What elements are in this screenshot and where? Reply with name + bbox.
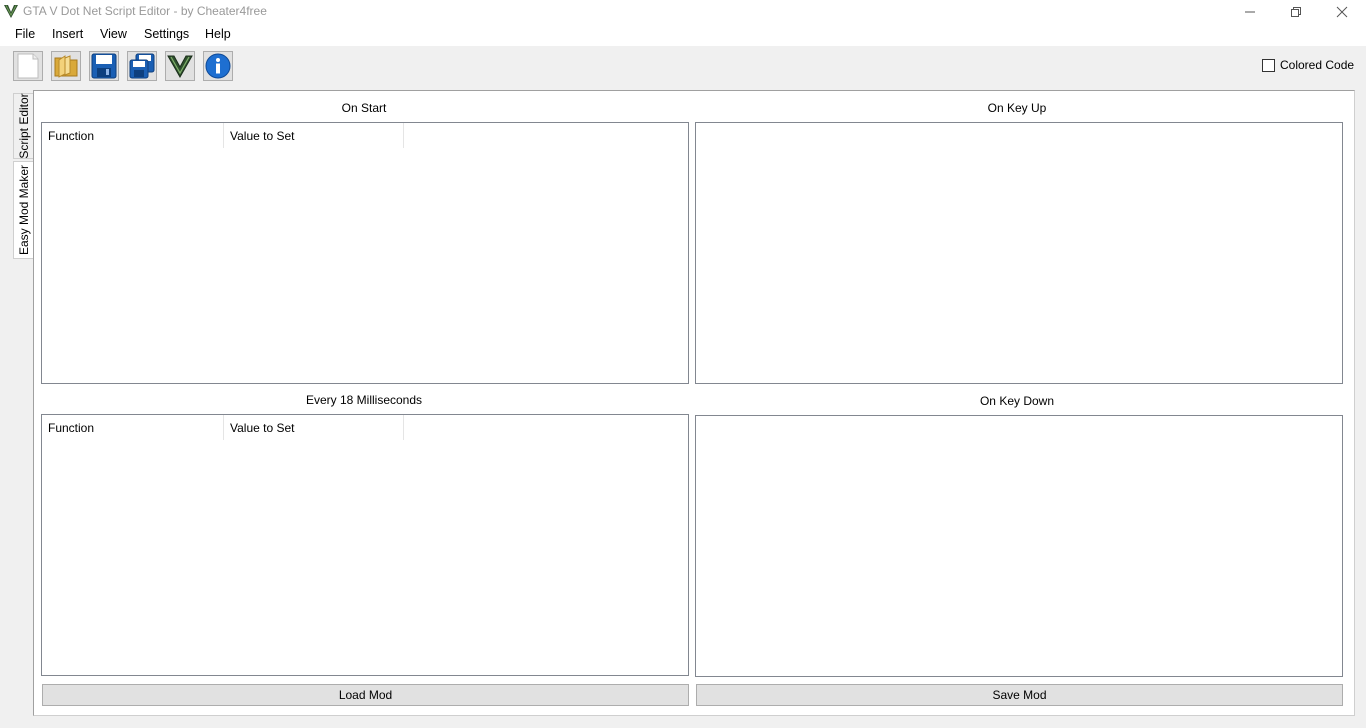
menu-insert[interactable]: Insert — [52, 27, 83, 41]
every-ms-title: Every 18 Milliseconds — [305, 393, 423, 407]
column-header-function[interactable]: Function — [42, 415, 224, 440]
save-icon — [91, 53, 117, 79]
save-button[interactable] — [89, 51, 119, 81]
column-header-value[interactable]: Value to Set — [224, 415, 404, 440]
tab-easy-mod-maker-label: Easy Mod Maker — [16, 164, 31, 256]
info-icon — [205, 53, 231, 79]
menu-view[interactable]: View — [100, 27, 127, 41]
on-key-down-title: On Key Down — [979, 394, 1055, 408]
open-folder-button[interactable] — [51, 51, 81, 81]
colored-code-checkbox[interactable] — [1262, 58, 1275, 72]
open-folder-icon — [54, 55, 78, 78]
menu-settings[interactable]: Settings — [144, 27, 189, 41]
tab-script-editor-label: Script Editor — [16, 93, 31, 159]
close-button[interactable] — [1319, 0, 1365, 23]
colored-code-label: Colored Code — [1280, 58, 1355, 72]
save-as-button[interactable] — [127, 51, 157, 81]
menu-bar: File Insert View Settings Help — [0, 23, 1366, 46]
tab-script-editor[interactable]: Script Editor — [13, 93, 33, 159]
window-title: GTA V Dot Net Script Editor - by Cheater… — [23, 4, 267, 18]
restore-button[interactable] — [1273, 0, 1319, 23]
tab-easy-mod-maker[interactable]: Easy Mod Maker — [13, 161, 33, 259]
new-file-button[interactable] — [13, 51, 43, 81]
on-key-up-editor[interactable] — [695, 122, 1343, 384]
save-as-icon — [129, 53, 155, 79]
info-button[interactable] — [203, 51, 233, 81]
new-file-icon — [17, 53, 39, 79]
save-mod-button[interactable]: Save Mod — [696, 684, 1343, 706]
menu-file[interactable]: File — [15, 27, 35, 41]
colored-code-toggle[interactable]: Colored Code — [1262, 58, 1354, 72]
toolbar: Colored Code — [0, 46, 1366, 88]
close-icon — [1336, 6, 1348, 17]
column-header-value[interactable]: Value to Set — [224, 123, 404, 148]
restore-icon — [1291, 6, 1301, 17]
gta-v-app-icon — [3, 3, 19, 19]
on-start-title: On Start — [341, 101, 387, 115]
on-key-down-editor[interactable] — [695, 415, 1343, 677]
minimize-button[interactable] — [1227, 0, 1273, 23]
gta-v-icon — [167, 55, 193, 78]
on-key-up-title: On Key Up — [987, 101, 1047, 115]
gta-v-button[interactable] — [165, 51, 195, 81]
column-header-function[interactable]: Function — [42, 123, 224, 148]
title-bar: GTA V Dot Net Script Editor - by Cheater… — [0, 0, 1366, 23]
every-ms-list[interactable]: Function Value to Set — [41, 414, 689, 676]
minimize-icon — [1245, 11, 1255, 12]
on-start-list[interactable]: Function Value to Set — [41, 122, 689, 384]
load-mod-button[interactable]: Load Mod — [42, 684, 689, 706]
menu-help[interactable]: Help — [205, 27, 231, 41]
